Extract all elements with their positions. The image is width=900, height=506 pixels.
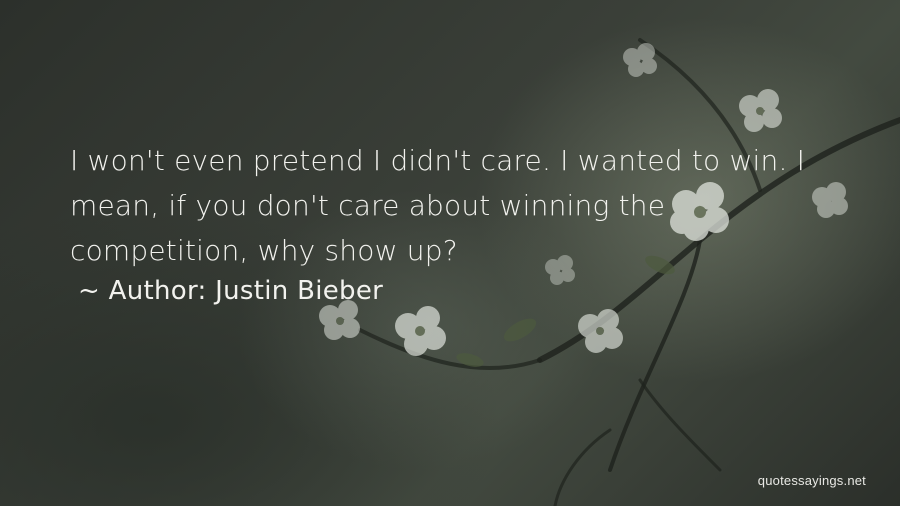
quote-text: I won't even pretend I didn't care. I wa… [70,144,806,267]
site-watermark: quotessayings.net [757,473,866,488]
quote-attribution: ~ Author: Justin Bieber [78,276,384,306]
